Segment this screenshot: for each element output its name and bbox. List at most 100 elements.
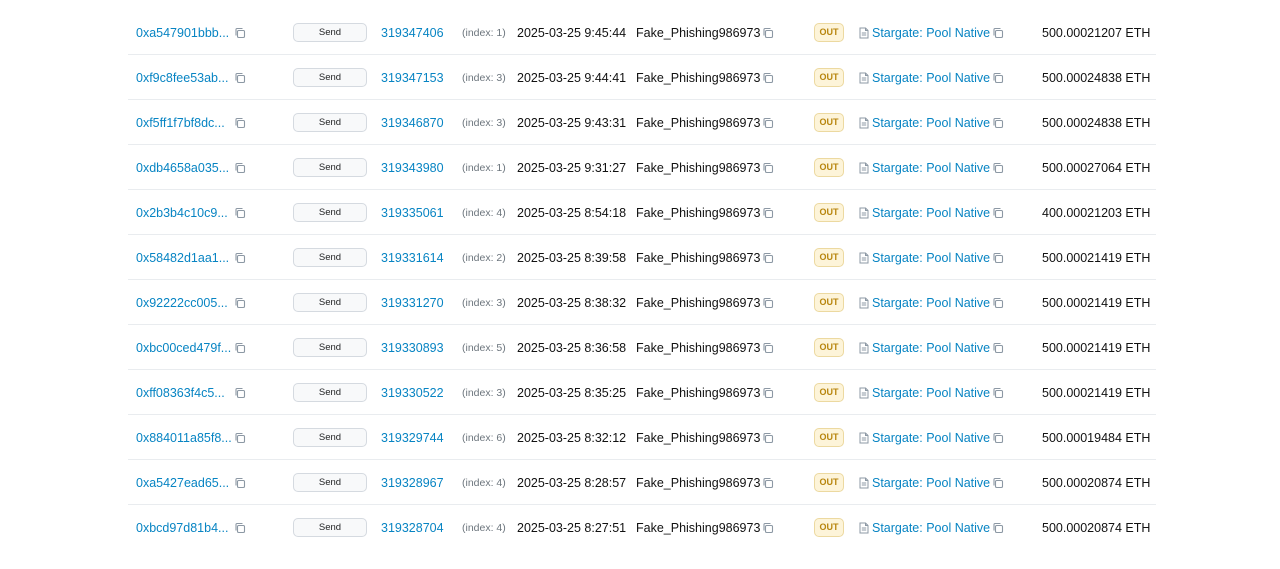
tx-hash-link[interactable]: 0xbc00ced479f... (136, 341, 231, 355)
copy-to-icon[interactable] (992, 55, 1004, 100)
tx-hash-link[interactable]: 0x884011a85f8... (136, 431, 232, 445)
copy-hash-icon[interactable] (234, 415, 246, 460)
from-address-label[interactable]: Fake_Phishing986973 (636, 71, 760, 85)
to-address-link[interactable]: Stargate: Pool Native (872, 71, 990, 85)
copy-hash-icon[interactable] (234, 280, 246, 325)
copy-from-icon[interactable] (762, 460, 774, 505)
from-address-label[interactable]: Fake_Phishing986973 (636, 386, 760, 400)
block-number-link[interactable]: 319346870 (381, 116, 444, 130)
tx-hash-link[interactable]: 0xa547901bbb... (136, 26, 229, 40)
copy-from-icon[interactable] (762, 280, 774, 325)
copy-to-icon[interactable] (992, 415, 1004, 460)
block-number-link[interactable]: 319335061 (381, 206, 444, 220)
from-address-label[interactable]: Fake_Phishing986973 (636, 521, 760, 535)
copy-hash-icon[interactable] (234, 235, 246, 280)
copy-from-icon[interactable] (762, 145, 774, 190)
block-number-link[interactable]: 319330893 (381, 341, 444, 355)
block-number-link[interactable]: 319347153 (381, 71, 444, 85)
copy-to-icon[interactable] (992, 370, 1004, 415)
copy-to-icon[interactable] (992, 235, 1004, 280)
copy-hash-icon[interactable] (234, 190, 246, 235)
block-number-link[interactable]: 319328704 (381, 521, 444, 535)
copy-from-icon[interactable] (762, 415, 774, 460)
block-number-link[interactable]: 319329744 (381, 431, 444, 445)
from-address-label[interactable]: Fake_Phishing986973 (636, 26, 760, 40)
tx-hash-link[interactable]: 0x92222cc005... (136, 296, 228, 310)
method-badge: Send (293, 338, 367, 357)
file-text-icon (859, 415, 869, 460)
to-address-link[interactable]: Stargate: Pool Native (872, 296, 990, 310)
copy-hash-icon[interactable] (234, 370, 246, 415)
log-index: (index: 1) (462, 161, 506, 174)
tx-hash-link[interactable]: 0xff08363f4c5... (136, 386, 225, 400)
tx-hash-link[interactable]: 0xf5ff1f7bf8dc... (136, 116, 225, 130)
from-address-label[interactable]: Fake_Phishing986973 (636, 431, 760, 445)
to-address-link[interactable]: Stargate: Pool Native (872, 521, 990, 535)
from-address-label[interactable]: Fake_Phishing986973 (636, 161, 760, 175)
copy-to-icon[interactable] (992, 505, 1004, 550)
to-address-link[interactable]: Stargate: Pool Native (872, 386, 990, 400)
to-address-link[interactable]: Stargate: Pool Native (872, 341, 990, 355)
to-address-link[interactable]: Stargate: Pool Native (872, 161, 990, 175)
tx-hash-link[interactable]: 0xdb4658a035... (136, 161, 229, 175)
amount-value: 400.00021203 ETH (1042, 205, 1151, 220)
copy-hash-icon[interactable] (234, 505, 246, 550)
copy-hash-icon[interactable] (234, 10, 246, 55)
amount-value: 500.00019484 ETH (1042, 430, 1151, 445)
copy-from-icon[interactable] (762, 235, 774, 280)
block-number-link[interactable]: 319330522 (381, 386, 444, 400)
timestamp: 2025-03-25 8:54:18 (517, 205, 627, 220)
tx-hash-link[interactable]: 0xf9c8fee53ab... (136, 71, 228, 85)
to-address-link[interactable]: Stargate: Pool Native (872, 206, 990, 220)
copy-hash-icon[interactable] (234, 325, 246, 370)
copy-to-icon[interactable] (992, 10, 1004, 55)
block-number-link[interactable]: 319343980 (381, 161, 444, 175)
from-address-label[interactable]: Fake_Phishing986973 (636, 116, 760, 130)
copy-from-icon[interactable] (762, 10, 774, 55)
copy-from-icon[interactable] (762, 100, 774, 145)
copy-from-icon[interactable] (762, 190, 774, 235)
block-number-link[interactable]: 319331614 (381, 251, 444, 265)
log-index: (index: 4) (462, 476, 506, 489)
table-row: 0xa547901bbb... Send 319347406 (index: 1… (128, 10, 1156, 55)
to-address-link[interactable]: Stargate: Pool Native (872, 116, 990, 130)
amount-value: 500.00021419 ETH (1042, 250, 1151, 265)
block-number-link[interactable]: 319331270 (381, 296, 444, 310)
method-badge: Send (293, 248, 367, 267)
copy-to-icon[interactable] (992, 190, 1004, 235)
tx-hash-link[interactable]: 0x2b3b4c10c9... (136, 206, 228, 220)
copy-from-icon[interactable] (762, 325, 774, 370)
copy-from-icon[interactable] (762, 370, 774, 415)
to-address-link[interactable]: Stargate: Pool Native (872, 476, 990, 490)
to-address-link[interactable]: Stargate: Pool Native (872, 251, 990, 265)
to-address-link[interactable]: Stargate: Pool Native (872, 431, 990, 445)
copy-to-icon[interactable] (992, 145, 1004, 190)
timestamp: 2025-03-25 8:39:58 (517, 250, 627, 265)
tx-hash-link[interactable]: 0xbcd97d81b4... (136, 521, 228, 535)
block-number-link[interactable]: 319347406 (381, 26, 444, 40)
from-address-label[interactable]: Fake_Phishing986973 (636, 296, 760, 310)
copy-hash-icon[interactable] (234, 100, 246, 145)
copy-from-icon[interactable] (762, 505, 774, 550)
direction-badge: OUT (814, 113, 844, 132)
amount-value: 500.00020874 ETH (1042, 520, 1151, 535)
copy-hash-icon[interactable] (234, 460, 246, 505)
tx-hash-link[interactable]: 0xa5427ead65... (136, 476, 229, 490)
tx-hash-link[interactable]: 0x58482d1aa1... (136, 251, 229, 265)
from-address-label[interactable]: Fake_Phishing986973 (636, 206, 760, 220)
copy-hash-icon[interactable] (234, 145, 246, 190)
amount-value: 500.00021207 ETH (1042, 25, 1151, 40)
copy-from-icon[interactable] (762, 55, 774, 100)
copy-to-icon[interactable] (992, 325, 1004, 370)
copy-to-icon[interactable] (992, 460, 1004, 505)
copy-hash-icon[interactable] (234, 55, 246, 100)
direction-badge: OUT (814, 158, 844, 177)
block-number-link[interactable]: 319328967 (381, 476, 444, 490)
from-address-label[interactable]: Fake_Phishing986973 (636, 341, 760, 355)
from-address-label[interactable]: Fake_Phishing986973 (636, 251, 760, 265)
from-address-label[interactable]: Fake_Phishing986973 (636, 476, 760, 490)
copy-to-icon[interactable] (992, 100, 1004, 145)
to-address-link[interactable]: Stargate: Pool Native (872, 26, 990, 40)
amount-value: 500.00021419 ETH (1042, 385, 1151, 400)
copy-to-icon[interactable] (992, 280, 1004, 325)
